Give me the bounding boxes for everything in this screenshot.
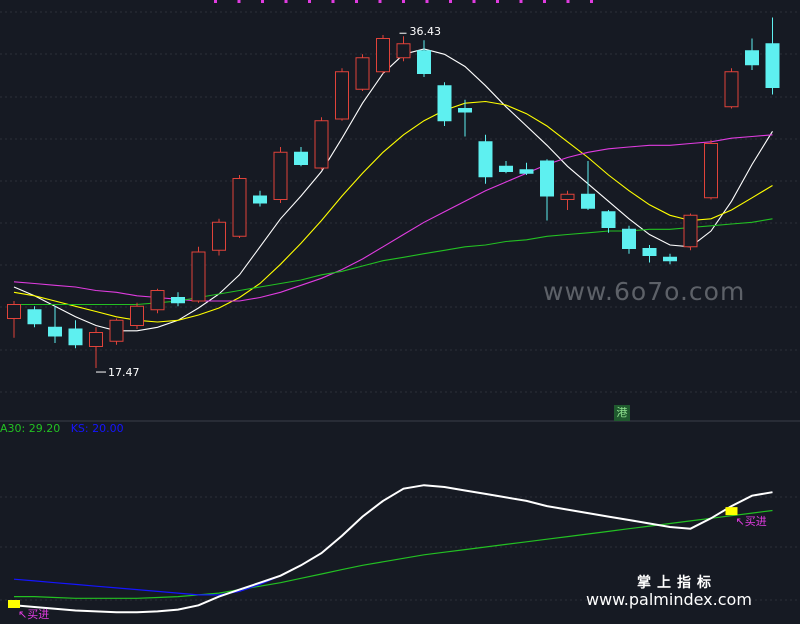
- top-marker: [543, 0, 546, 3]
- watermark-6070: www.6o7o.com: [543, 277, 746, 306]
- candle-body: [724, 71, 739, 108]
- candle-body: [355, 57, 370, 90]
- candle-body: [478, 141, 493, 178]
- top-marker: [331, 0, 335, 3]
- candle-body: [68, 328, 83, 346]
- candle-body: [232, 178, 247, 237]
- candle-body: [437, 85, 452, 122]
- candle-body: [642, 248, 657, 256]
- top-marker: [402, 0, 405, 3]
- candle-body: [130, 305, 144, 326]
- candle-body: [7, 304, 21, 319]
- chart-stage: 36.43 17.47 ↖买进 ↖买进 www.6o7o.com A30: 29.20…: [0, 0, 800, 624]
- top-marker: [308, 0, 311, 3]
- watermark-cn: 掌上指标: [637, 575, 717, 591]
- top-marker: [449, 0, 452, 3]
- candle-body: [273, 151, 288, 200]
- candle-body: [417, 50, 431, 74]
- candle-body: [109, 319, 124, 342]
- candlestick-chart: 36.43 17.47 ↖买进 ↖买进: [0, 0, 800, 621]
- legend-ks: KS: 20.00: [70, 422, 124, 435]
- candle-body: [396, 43, 411, 59]
- candle-body: [765, 43, 780, 88]
- candle-body: [27, 309, 42, 325]
- buy-signal-label: ↖买进: [736, 515, 767, 528]
- candle-body: [683, 214, 698, 248]
- candle-body: [581, 193, 595, 209]
- top-marker: [237, 0, 241, 3]
- candle-body: [601, 211, 616, 228]
- candle-body: [622, 228, 636, 249]
- top-marker: [355, 0, 358, 3]
- buy-signal-box: [8, 600, 20, 608]
- top-marker: [590, 0, 593, 3]
- candle-body: [335, 71, 349, 120]
- candle-body: [540, 160, 554, 197]
- candle-body: [560, 193, 575, 200]
- top-marker: [472, 0, 476, 3]
- candle-body: [704, 143, 718, 199]
- top-marker: [566, 0, 570, 3]
- candle-body: [150, 290, 165, 311]
- hk-badge: 港: [614, 405, 630, 421]
- top-marker: [214, 0, 217, 3]
- top-marker: [519, 0, 523, 3]
- legend-ma30: A30: 29.20: [0, 422, 61, 435]
- candle-body: [376, 38, 390, 73]
- candle-body: [458, 108, 472, 113]
- top-marker: [261, 0, 264, 3]
- candle-body: [499, 165, 513, 172]
- candle-body: [314, 120, 329, 169]
- candle-body: [294, 151, 308, 165]
- buy-signal-box: [725, 507, 738, 516]
- candle-body: [663, 256, 677, 262]
- top-marker: [496, 0, 499, 3]
- candle-body: [519, 169, 534, 174]
- low-label: 17.47: [108, 366, 140, 379]
- indicator-legend: A30: 29.20 KS: 20.00: [0, 422, 124, 435]
- candle-body: [89, 332, 103, 347]
- candle-body: [745, 50, 759, 66]
- candle-body: [253, 195, 267, 204]
- candle-body: [48, 326, 62, 337]
- candle-body: [212, 221, 226, 251]
- candle-body: [171, 297, 185, 304]
- buy-signal-label: ↖买进: [18, 608, 49, 621]
- candle-body: [191, 251, 206, 302]
- top-marker: [425, 0, 429, 3]
- top-marker: [284, 0, 288, 3]
- watermark-url: www.palmindex.com: [586, 590, 752, 609]
- top-marker: [378, 0, 382, 3]
- high-label: 36.43: [410, 25, 442, 38]
